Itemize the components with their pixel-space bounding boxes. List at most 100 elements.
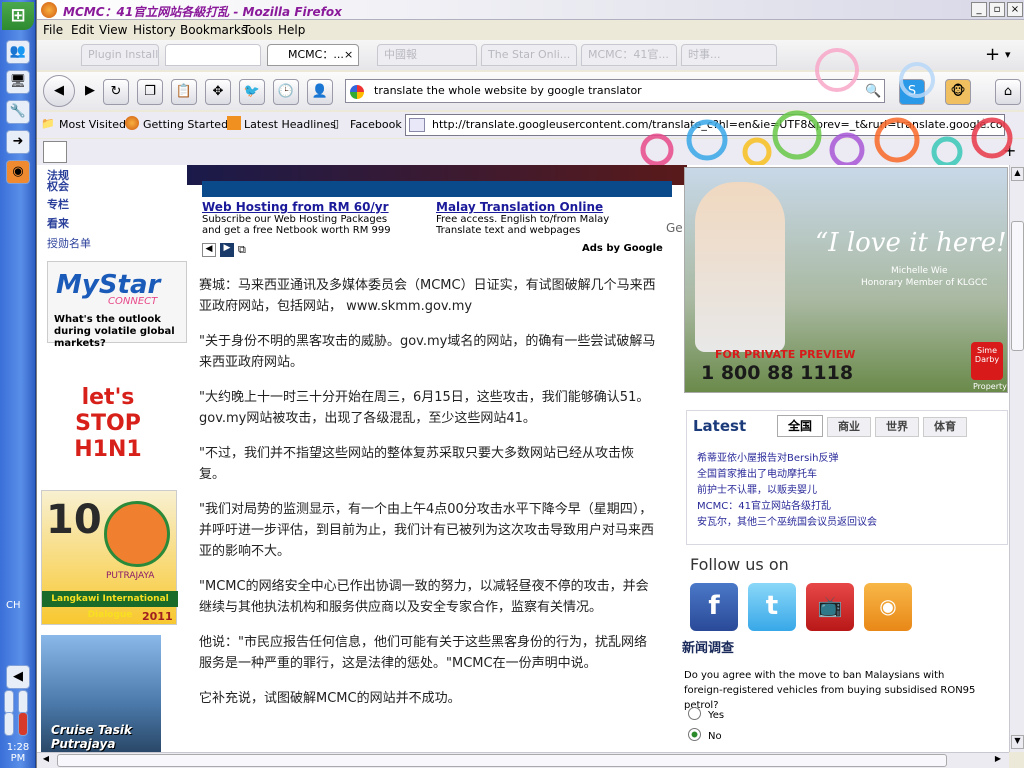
survey-radio-no[interactable] [688, 728, 701, 741]
tray-icon-3[interactable] [4, 712, 14, 736]
nav-item-honours[interactable]: 授勋名单 [47, 235, 91, 251]
ad-malay-translation[interactable]: Malay Translation Online Free access. En… [436, 200, 609, 236]
latest-tab-world[interactable]: 世界 [875, 417, 919, 437]
home-icon[interactable]: ⌂ [995, 79, 1021, 105]
ad-title[interactable]: Malay Translation Online [436, 200, 609, 214]
tab-plugin-installed[interactable]: Plugin Installed [81, 44, 159, 66]
nav-item-view[interactable]: 看来 [47, 215, 69, 231]
tray-icon-4[interactable] [18, 712, 28, 736]
ad-window-icon[interactable]: ⧉ [238, 243, 246, 257]
tab-list-chevron-icon[interactable]: ▾ [1005, 48, 1011, 61]
tab-chinapress[interactable]: 中國報 [377, 44, 477, 66]
bookmark-facebook[interactable]: Facebook [350, 118, 402, 131]
minimize-icon[interactable]: _ [971, 2, 987, 17]
latest-item[interactable]: 前护士不认罪，以贩卖婴儿 [697, 481, 817, 496]
firefox-taskbar-icon[interactable]: ◉ [6, 160, 30, 184]
tab-close-icon[interactable]: × [344, 45, 353, 65]
nav-item-rights[interactable]: 权会 [47, 178, 69, 194]
menu-file[interactable]: File [43, 23, 63, 37]
menu-history[interactable]: History [133, 23, 176, 37]
latest-item[interactable]: MCMC：41官立网站各级打乱 [697, 497, 831, 512]
menu-view[interactable]: View [99, 23, 127, 37]
tray-icon-2[interactable] [18, 690, 28, 714]
latest-tab-business[interactable]: 商业 [827, 417, 871, 437]
ad-title[interactable]: Web Hosting from RM 60/yr [202, 200, 391, 214]
latest-item[interactable]: 希蒂亚依小屋报告对Bersih反弹 [697, 449, 838, 464]
latest-tab-national[interactable]: 全国 [777, 415, 823, 437]
rss-feed-icon[interactable]: ◉ [864, 583, 912, 631]
google-g-icon[interactable] [350, 85, 364, 99]
survey-radio-yes[interactable] [688, 707, 701, 720]
maximize-icon[interactable]: ▫ [989, 2, 1005, 17]
tv-icon[interactable]: 📺 [806, 583, 854, 631]
ads-by-google[interactable]: Ads by Google [582, 243, 663, 254]
tab-mcmc-2[interactable]: MCMC：41官... [581, 44, 677, 66]
vertical-scrollbar[interactable]: ▲ ▼ [1009, 165, 1024, 752]
ad-next-icon[interactable]: ▶ [220, 243, 234, 257]
move-icon[interactable]: ✥ [205, 79, 231, 105]
tray-icon-1[interactable] [4, 690, 14, 714]
skype-icon[interactable]: S [899, 79, 925, 105]
history-clock-icon[interactable]: 🕒 [273, 79, 299, 105]
monkey-icon[interactable]: 🐵 [945, 79, 971, 105]
add-tab-icon[interactable]: + [1003, 141, 1016, 160]
ad-web-hosting[interactable]: Web Hosting from RM 60/yr Subscribe our … [202, 200, 391, 236]
copy-icon[interactable]: ❐ [137, 79, 163, 105]
computer-icon[interactable]: 🖥 [6, 70, 30, 94]
tab-blank[interactable] [165, 44, 261, 66]
piano-icon[interactable] [43, 141, 67, 163]
tab-the-star[interactable]: The Star Onli... [481, 44, 577, 66]
search-input[interactable]: translate the whole website by google tr… [345, 79, 885, 103]
menu-tools[interactable]: Tools [243, 23, 273, 37]
latest-tab-sports[interactable]: 体育 [923, 417, 967, 437]
tools-icon[interactable]: 🔧 [6, 100, 30, 124]
forward-icon[interactable]: ▶ [77, 79, 103, 105]
survey-title: 新闻调查 [682, 641, 735, 656]
back-icon[interactable]: ◀ [43, 75, 75, 107]
language-indicator[interactable]: CH [6, 600, 21, 611]
facebook-icon[interactable]: f [690, 583, 738, 631]
tab-mcmc-active[interactable]: MCMC：... × [267, 44, 359, 66]
close-icon[interactable]: × [1007, 2, 1023, 17]
twitter-icon[interactable]: t [748, 583, 796, 631]
menu-bookmarks[interactable]: Bookmarks [180, 23, 247, 37]
reload-icon[interactable]: ↻ [103, 79, 129, 105]
search-icon[interactable]: 🔍 [865, 84, 881, 99]
menu-help[interactable]: Help [278, 23, 305, 37]
hscrollbar-thumb[interactable] [57, 754, 947, 767]
contacts-icon[interactable]: 👥 [6, 40, 30, 64]
bookmark-getting-started[interactable]: Getting Started [143, 118, 228, 131]
latest-item[interactable]: 全国首家推出了电动摩托车 [697, 465, 817, 480]
paste-icon[interactable]: 📋 [171, 79, 197, 105]
arrow-icon[interactable]: ➜ [6, 130, 30, 154]
scroll-right-icon[interactable]: ▶ [991, 754, 1005, 767]
url-bar[interactable]: http://translate.googleusercontent.com/t… [405, 114, 1005, 136]
menu-edit[interactable]: Edit [71, 23, 94, 37]
horizontal-scrollbar[interactable]: ◀ ▶ [37, 752, 1009, 768]
cruise-ad[interactable]: Cruise Tasik Putrajaya [41, 635, 161, 752]
langkawi-ad[interactable]: 10 PUTRAJAYA Langkawi International Dial… [41, 490, 178, 625]
scroll-left-icon[interactable]: ◀ [39, 754, 53, 767]
nav-item-column[interactable]: 专栏 [47, 196, 69, 212]
golf-ad[interactable]: “I love it here!” Michelle Wie Honorary … [684, 167, 1009, 393]
bookmark-star-icon[interactable]: ☆ [977, 116, 990, 132]
twitter-bird-icon[interactable]: 🐦 [239, 79, 265, 105]
scroll-down-icon[interactable]: ▼ [1011, 735, 1024, 749]
scroll-up-icon[interactable]: ▲ [1011, 167, 1024, 181]
site-identity-icon[interactable] [409, 118, 425, 132]
stop-h1n1-ad[interactable]: let's STOP H1N1 [47, 365, 167, 475]
tab-news[interactable]: 时事... [681, 44, 777, 66]
new-tab-icon[interactable]: + [985, 44, 1000, 65]
mystar-ad[interactable]: MyStar CONNECT What's the outlook during… [47, 261, 187, 349]
clock[interactable]: 1:28 PM [0, 742, 36, 764]
scrollbar-thumb[interactable] [1011, 221, 1024, 351]
windows-start-icon[interactable]: ⊞ [2, 2, 34, 30]
ad-prev-icon[interactable]: ◀ [202, 243, 216, 257]
back-arrow-icon[interactable]: ◀ [6, 665, 30, 689]
person-icon[interactable]: 👤 [307, 79, 333, 105]
bookmark-latest-headlines[interactable]: Latest Headlines [244, 118, 336, 131]
survey-option-yes[interactable]: Yes [708, 710, 724, 721]
latest-item[interactable]: 安瓦尔，其他三个巫统国会议员返回议会 [697, 513, 877, 528]
bookmark-most-visited[interactable]: Most Visited [59, 118, 126, 131]
survey-option-no[interactable]: No [708, 731, 722, 742]
